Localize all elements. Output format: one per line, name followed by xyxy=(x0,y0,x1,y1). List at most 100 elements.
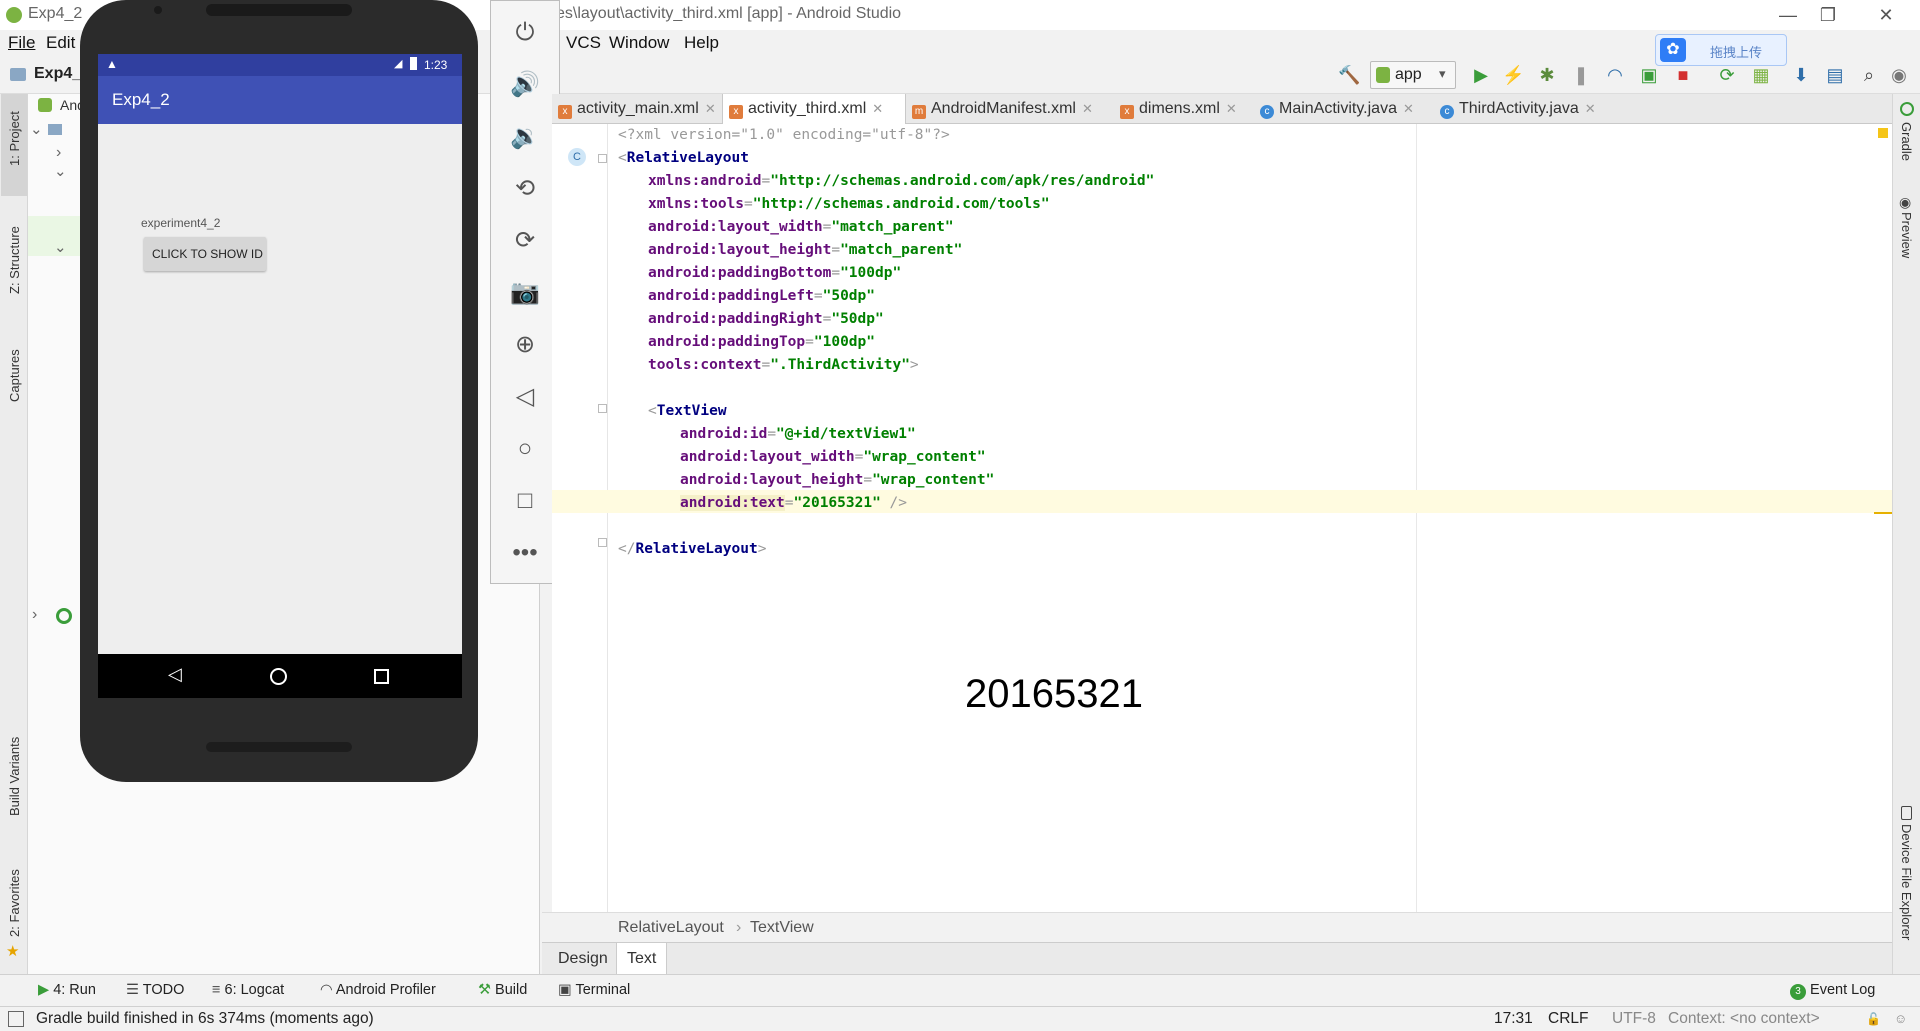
menu-file[interactable]: File xyxy=(8,33,35,53)
tab-main-activity[interactable]: c MainActivity.java ✕ xyxy=(1254,94,1434,124)
rotate-right-icon[interactable]: ⟳ xyxy=(491,221,559,261)
apply-changes-icon[interactable]: ⚡ xyxy=(1502,64,1524,86)
todo-tool-button[interactable]: ☰ TODO xyxy=(126,982,184,998)
inspector-icon[interactable]: ☺ xyxy=(1894,1011,1907,1026)
file-encoding[interactable]: UTF-8 xyxy=(1612,1010,1656,1028)
close-button[interactable]: ✕ xyxy=(1866,2,1906,28)
code-attr: android:paddingBottom="100dp" xyxy=(648,265,902,281)
tab-android-manifest[interactable]: m AndroidManifest.xml ✕ xyxy=(906,94,1114,124)
home-icon[interactable]: ○ xyxy=(491,429,559,469)
device-file-explorer-tool-label[interactable]: Device File Explorer xyxy=(1899,824,1914,940)
tab-label: dimens.xml xyxy=(1139,100,1220,117)
event-log-button[interactable]: 3 Event Log xyxy=(1790,982,1875,1000)
project-structure-icon[interactable]: ▤ xyxy=(1824,64,1846,86)
build-variants-tool-label[interactable]: Build Variants xyxy=(7,737,22,816)
build-tool-button[interactable]: ⚒ Build xyxy=(478,982,527,998)
user-icon[interactable]: ◉ xyxy=(1888,64,1910,86)
sdk-manager-icon[interactable]: ⬇ xyxy=(1790,64,1812,86)
back-icon[interactable]: ◁ xyxy=(491,377,559,417)
menu-edit[interactable]: Edit xyxy=(46,33,75,53)
back-icon[interactable]: ◁ xyxy=(168,664,182,685)
breadcrumb-item[interactable]: TextView xyxy=(750,913,814,943)
profiler-tool-button[interactable]: ◠ Android Profiler xyxy=(320,982,436,998)
debug-icon[interactable]: ✱ xyxy=(1536,64,1558,86)
terminal-tool-button[interactable]: ▣ Terminal xyxy=(558,982,630,998)
tab-text[interactable]: Text xyxy=(616,943,668,975)
tree-chevron-right-icon[interactable]: › xyxy=(56,144,61,162)
project-tool-tab[interactable]: 1: Project xyxy=(1,94,27,196)
lock-icon[interactable]: 🔓 xyxy=(1866,1012,1881,1026)
menu-help[interactable]: Help xyxy=(684,33,719,53)
class-gutter-icon[interactable]: C xyxy=(568,148,586,166)
emulator-screen[interactable]: ▲ ◢ 1:23 Exp4_2 experiment4_2 CLICK TO S… xyxy=(98,54,462,698)
search-icon[interactable]: ⌕ xyxy=(1858,64,1880,86)
cloud-icon: ✿ xyxy=(1660,38,1686,62)
rotate-left-icon[interactable]: ⟲ xyxy=(491,169,559,209)
fold-icon[interactable] xyxy=(598,538,607,547)
overview-icon[interactable]: □ xyxy=(491,481,559,521)
volume-up-icon[interactable]: 🔊 xyxy=(491,65,559,105)
sync-gradle-icon[interactable]: ⟳ xyxy=(1716,64,1738,86)
breadcrumb-item[interactable]: RelativeLayout xyxy=(618,913,724,943)
caret-position[interactable]: 17:31 xyxy=(1494,1010,1533,1028)
maximize-button[interactable]: ❐ xyxy=(1808,2,1848,28)
attach-debugger-icon[interactable]: ❚ xyxy=(1570,64,1592,86)
context-indicator[interactable]: Context: <no context> xyxy=(1668,1010,1820,1028)
tab-third-activity[interactable]: c ThirdActivity.java ✕ xyxy=(1434,94,1612,124)
close-tab-icon[interactable]: ✕ xyxy=(1082,101,1093,116)
build-icon: ⚒ xyxy=(478,982,496,998)
gradle-tool-label[interactable]: Gradle xyxy=(1899,122,1914,161)
stop-icon[interactable]: ■ xyxy=(1672,64,1694,86)
tree-chevron-down-icon[interactable]: ⌄ xyxy=(54,162,67,180)
emulator-phone: ▲ ◢ 1:23 Exp4_2 experiment4_2 CLICK TO S… xyxy=(80,0,478,782)
tree-chevron-right-icon[interactable]: › xyxy=(32,606,37,624)
avd-manager-icon[interactable]: ▦ xyxy=(1750,64,1772,86)
close-tab-icon[interactable]: ✕ xyxy=(1403,101,1414,116)
status-message: Gradle build finished in 6s 374ms (momen… xyxy=(36,1010,374,1027)
toggle-tool-windows-icon[interactable] xyxy=(8,1011,24,1027)
favorites-tool-label[interactable]: 2: Favorites xyxy=(7,869,22,937)
structure-tool-label[interactable]: Z: Structure xyxy=(7,226,22,294)
project-breadcrumb[interactable]: Exp4_ xyxy=(34,65,81,83)
run-config-selector[interactable]: app ▾ xyxy=(1370,61,1456,89)
menu-vcs[interactable]: VCS xyxy=(566,33,601,53)
zoom-icon[interactable]: ⊕ xyxy=(491,325,559,365)
tree-chevron-down-icon[interactable]: ⌄ xyxy=(30,120,43,138)
camera-icon[interactable]: 📷 xyxy=(491,273,559,313)
tab-dimens[interactable]: x dimens.xml ✕ xyxy=(1114,94,1254,124)
close-tab-icon[interactable]: ✕ xyxy=(872,101,883,116)
android-status-bar: ▲ ◢ 1:23 xyxy=(98,54,462,76)
tab-design[interactable]: Design xyxy=(548,943,618,975)
power-icon[interactable]: ⏻ xyxy=(491,13,559,53)
run-tool-button[interactable]: ▶ 4: Run xyxy=(38,982,96,998)
profile-icon[interactable]: ◠ xyxy=(1604,64,1626,86)
code-editor[interactable]: C <?xml version="1.0" encoding="utf-8"?>… xyxy=(552,124,1892,912)
fold-icon[interactable] xyxy=(598,404,607,413)
terminal-icon: ▣ xyxy=(558,982,576,998)
cloud-upload-label: 拖拽上传 xyxy=(1710,45,1763,60)
tab-activity-main[interactable]: x activity_main.xml ✕ xyxy=(552,94,722,124)
fold-icon[interactable] xyxy=(598,154,607,163)
more-icon[interactable]: ••• xyxy=(491,533,559,573)
cloud-upload-widget[interactable]: ✿ 拖拽上传 xyxy=(1655,34,1787,66)
volume-down-icon[interactable]: 🔉 xyxy=(491,117,559,157)
preview-tool-label[interactable]: Preview xyxy=(1899,212,1914,258)
app-logo-icon xyxy=(6,7,22,23)
run-icon[interactable]: ▶ xyxy=(1470,64,1492,86)
captures-tool-label[interactable]: Captures xyxy=(7,349,22,402)
line-separator[interactable]: CRLF xyxy=(1548,1010,1588,1028)
close-tab-icon[interactable]: ✕ xyxy=(705,101,716,116)
home-icon[interactable] xyxy=(270,668,287,685)
show-id-button[interactable]: CLICK TO SHOW ID xyxy=(144,237,266,271)
tab-activity-third[interactable]: x activity_third.xml ✕ xyxy=(722,94,906,124)
recents-icon[interactable] xyxy=(374,669,389,684)
logcat-tool-button[interactable]: ≡ 6: Logcat xyxy=(212,982,284,998)
minimize-button[interactable]: — xyxy=(1768,2,1808,28)
close-tab-icon[interactable]: ✕ xyxy=(1585,101,1596,116)
close-tab-icon[interactable]: ✕ xyxy=(1226,101,1237,116)
make-project-icon[interactable]: 🔨 xyxy=(1338,64,1360,86)
tree-chevron-down-icon[interactable]: ⌄ xyxy=(54,238,67,256)
gradle-icon xyxy=(1900,102,1914,116)
coverage-icon[interactable]: ▣ xyxy=(1638,64,1660,86)
menu-window[interactable]: Window xyxy=(609,33,669,53)
